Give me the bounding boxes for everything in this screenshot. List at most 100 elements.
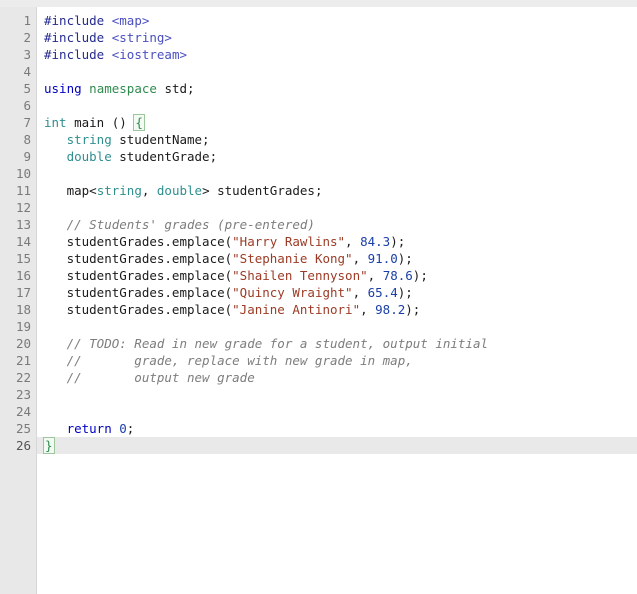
number-literal: 0 — [111, 421, 127, 436]
code-line-21[interactable]: // grade, replace with new grade in map, — [37, 352, 637, 369]
number-literal: 65.4 — [367, 285, 398, 300]
line-number: 21 — [15, 353, 31, 368]
line-number: 17 — [15, 285, 31, 300]
keyword-return: return — [66, 421, 112, 436]
type-double: double — [66, 149, 112, 164]
code-line-22[interactable]: // output new grade — [37, 369, 637, 386]
code-line-2[interactable]: #include <string> — [37, 29, 637, 46]
line-number: 7 — [23, 115, 31, 130]
line-number: 19 — [15, 319, 31, 334]
code-line-17[interactable]: studentGrades.emplace("Quincy Wraight", … — [37, 284, 637, 301]
editor-top-strip — [0, 0, 637, 7]
todo-comment: // TODO: Read in new grade for a student… — [66, 336, 489, 351]
code-line-7[interactable]: int main () { — [37, 114, 637, 131]
code-line-4[interactable] — [37, 63, 637, 80]
code-line-3[interactable]: #include <iostream> — [37, 46, 637, 63]
code-line-18[interactable]: studentGrades.emplace("Janine Antinori",… — [37, 301, 637, 318]
code-line-14[interactable]: studentGrades.emplace("Harry Rawlins", 8… — [37, 233, 637, 250]
method-call: studentGrades.emplace( — [66, 302, 233, 317]
type-string: string — [66, 132, 112, 147]
statement-end: ); — [397, 285, 413, 300]
line-number: 5 — [23, 81, 31, 96]
code-line-6[interactable] — [37, 97, 637, 114]
code-line-24[interactable] — [37, 403, 637, 420]
code-line-13[interactable]: // Students' grades (pre-entered) — [37, 216, 637, 233]
type-double: double — [156, 183, 203, 198]
code-line-10[interactable] — [37, 165, 637, 182]
line-number-active: 26 — [15, 438, 31, 453]
line-number: 22 — [15, 370, 31, 385]
code-line-16[interactable]: studentGrades.emplace("Shailen Tennyson"… — [37, 267, 637, 284]
matching-brace-close: } — [43, 437, 55, 454]
variable-declaration: studentGrade; — [111, 149, 218, 164]
line-number: 2 — [23, 30, 31, 45]
code-lines[interactable]: #include <map> #include <string> #includ… — [37, 7, 637, 594]
string-literal: "Shailen Tennyson" — [232, 268, 368, 283]
comma: , — [352, 285, 368, 300]
include-header: <map> — [111, 13, 150, 28]
editor-code-area[interactable]: 1 2 3 4 5 6 7 8 9 10 11 12 13 14 15 16 1… — [0, 7, 637, 594]
line-number: 25 — [15, 421, 31, 436]
statement-end: ); — [397, 251, 413, 266]
code-line-1[interactable]: #include <map> — [37, 12, 637, 29]
include-header: <iostream> — [111, 47, 188, 62]
string-literal: "Stephanie Kong" — [232, 251, 353, 266]
string-literal: "Janine Antinori" — [232, 302, 361, 317]
line-number: 24 — [15, 404, 31, 419]
string-literal: "Harry Rawlins" — [232, 234, 346, 249]
line-number: 11 — [15, 183, 31, 198]
statement-end: ); — [405, 302, 421, 317]
method-call: studentGrades.emplace( — [66, 268, 233, 283]
line-number: 16 — [15, 268, 31, 283]
line-number: 8 — [23, 132, 31, 147]
line-number: 4 — [23, 64, 31, 79]
line-number: 14 — [15, 234, 31, 249]
code-line-23[interactable] — [37, 386, 637, 403]
code-line-15[interactable]: studentGrades.emplace("Stephanie Kong", … — [37, 250, 637, 267]
function-main: main () — [66, 115, 135, 130]
type-int: int — [44, 115, 67, 130]
comma: , — [360, 302, 376, 317]
code-line-26[interactable]: } — [37, 437, 637, 454]
preprocessor-directive: #include — [44, 30, 105, 45]
line-number: 23 — [15, 387, 31, 402]
code-line-19[interactable] — [37, 318, 637, 335]
code-line-25[interactable]: return 0; — [37, 420, 637, 437]
string-literal: "Quincy Wraight" — [232, 285, 353, 300]
method-call: studentGrades.emplace( — [66, 251, 233, 266]
type-string: string — [96, 183, 142, 198]
method-call: studentGrades.emplace( — [66, 234, 233, 249]
include-header: <string> — [111, 30, 172, 45]
line-number: 1 — [23, 13, 31, 28]
preprocessor-directive: #include — [44, 47, 105, 62]
statement-end: ); — [412, 268, 428, 283]
code-line-5[interactable]: using namespace std; — [37, 80, 637, 97]
code-line-8[interactable]: string studentName; — [37, 131, 637, 148]
line-number: 9 — [23, 149, 31, 164]
code-line-9[interactable]: double studentGrade; — [37, 148, 637, 165]
todo-comment: // grade, replace with new grade in map, — [66, 353, 413, 368]
variable-declaration: studentName; — [111, 132, 210, 147]
line-number: 13 — [15, 217, 31, 232]
comment: // Students' grades (pre-entered) — [66, 217, 315, 232]
comma: , — [141, 183, 157, 198]
code-line-11[interactable]: map<string, double> studentGrades; — [37, 182, 637, 199]
line-number: 15 — [15, 251, 31, 266]
line-number: 10 — [15, 166, 31, 181]
line-number: 3 — [23, 47, 31, 62]
code-line-12[interactable] — [37, 199, 637, 216]
code-line-20[interactable]: // TODO: Read in new grade for a student… — [37, 335, 637, 352]
number-literal: 78.6 — [382, 268, 413, 283]
statement-end: ; — [126, 421, 135, 436]
comma: , — [367, 268, 383, 283]
